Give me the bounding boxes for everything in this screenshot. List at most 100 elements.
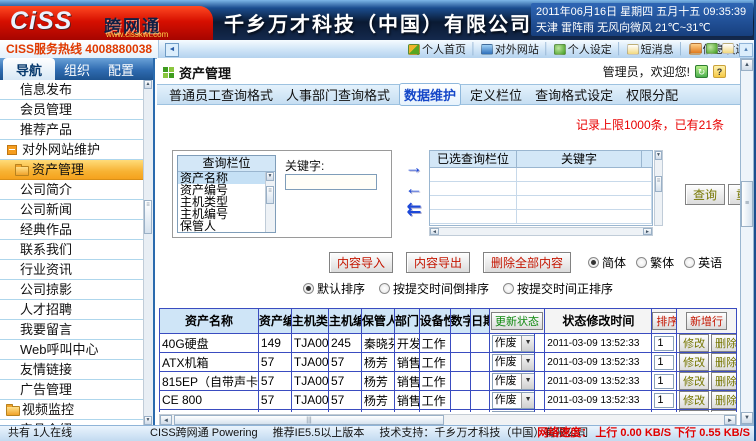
radio-icon[interactable] — [503, 283, 514, 294]
refresh-icon[interactable]: ↻ — [695, 65, 708, 78]
move-left-icon[interactable]: ← — [400, 178, 428, 199]
main-vscrollbar[interactable]: ▲ ≡ ▼ — [740, 58, 754, 425]
sidebar-item-company-news[interactable]: 公司新闻 — [0, 200, 144, 220]
tab-permission-assign[interactable]: 权限分配 — [622, 84, 682, 105]
query-fields-listbox[interactable]: 查询栏位 资产名称 资产编号 主机类型 主机编号 保管人 ▲ ≡ ▼ — [177, 155, 276, 233]
scroll-right-icon[interactable]: ► — [643, 228, 652, 235]
sidebar-item-company-photos[interactable]: 公司掠影 — [0, 280, 144, 300]
radio-icon[interactable] — [684, 257, 695, 268]
chevron-down-icon[interactable]: ▼ — [521, 355, 535, 370]
edit-button[interactable]: 修改 — [679, 391, 709, 409]
sidebar-item-leave-message[interactable]: 我要留言 — [0, 320, 144, 340]
scrollbar-thumb[interactable]: ≡ — [741, 181, 753, 227]
add-row-button[interactable]: 新增行 — [686, 312, 727, 330]
radio-icon[interactable] — [303, 283, 314, 294]
collapse-icon[interactable] — [7, 145, 17, 155]
toolbar-item-messages[interactable]: 短消息 — [624, 41, 677, 57]
status-select[interactable]: 作废▼ — [492, 392, 535, 409]
sidebar-item-external-site[interactable]: 对外网站维护 — [0, 140, 144, 160]
delete-button[interactable]: 删除 — [711, 391, 736, 409]
chevron-down-icon[interactable]: ▼ — [521, 412, 535, 413]
selected-row[interactable] — [430, 182, 652, 196]
selected-table-hscrollbar[interactable]: ◄ ► — [429, 227, 653, 236]
sidebar-item-member-mgmt[interactable]: 会员管理 — [0, 100, 144, 120]
radio-icon[interactable] — [379, 283, 390, 294]
radio-icon[interactable] — [588, 257, 599, 268]
status-select[interactable]: 作废▼ — [492, 354, 535, 371]
chevron-down-icon[interactable]: ▼ — [521, 393, 535, 408]
keyword-input[interactable] — [285, 174, 377, 190]
status-select[interactable]: 作废▼ — [492, 411, 535, 413]
reset-button[interactable]: 重置 — [728, 184, 740, 205]
sidebar-tab-org[interactable]: 组织 — [55, 58, 99, 80]
order-input[interactable]: 1 — [654, 336, 674, 351]
sidebar-item-recommend[interactable]: 推荐产品 — [0, 120, 144, 140]
search-button[interactable]: 查询 — [685, 184, 725, 205]
scrollbar-thumb[interactable]: ||| — [174, 415, 444, 425]
sidebar-tab-nav[interactable]: 导航 — [3, 58, 55, 80]
delete-button[interactable]: 删除 — [711, 372, 736, 390]
sidebar-item-contact-us[interactable]: 联系我们 — [0, 240, 144, 260]
edit-button[interactable]: 修改 — [679, 334, 709, 352]
delete-all-button[interactable]: 删除全部内容 — [483, 252, 571, 273]
edit-button[interactable]: 修改 — [679, 410, 709, 412]
scroll-right-icon[interactable]: ► — [724, 415, 736, 425]
tab-employee-query-format[interactable]: 普通员工查询格式 — [165, 84, 277, 105]
delete-button[interactable]: 删除 — [711, 353, 736, 371]
status-select[interactable]: 作废▼ — [492, 373, 535, 390]
order-input[interactable]: 1 — [654, 374, 674, 389]
chevron-down-icon[interactable]: ▼ — [521, 336, 535, 351]
scroll-left-icon[interactable]: ◄ — [430, 228, 439, 235]
sidebar-scrollbar[interactable]: ▲ ≡ ▼ — [143, 80, 153, 425]
toolbar-collapse-right-icon[interactable]: ▴ — [739, 43, 753, 57]
status-select[interactable]: 作废▼ — [492, 335, 535, 352]
toolbar-item-home[interactable]: 个人首页 — [405, 41, 469, 57]
export-button[interactable]: 内容导出 — [406, 252, 470, 273]
scrollbar-thumb[interactable]: ≡ — [266, 186, 274, 204]
update-status-button[interactable]: 更新状态 — [491, 312, 543, 330]
tab-data-maintenance[interactable]: 数据维护 — [399, 83, 461, 106]
order-input[interactable]: 1 — [654, 412, 674, 413]
import-button[interactable]: 内容导入 — [329, 252, 393, 273]
order-input[interactable]: 1 — [654, 355, 674, 370]
selected-row[interactable] — [430, 210, 652, 224]
listbox-scrollbar[interactable]: ▲ ≡ ▼ — [265, 172, 275, 232]
scroll-up-icon[interactable]: ▲ — [741, 59, 753, 71]
scroll-down-icon[interactable]: ▼ — [655, 151, 662, 160]
sidebar-item-video-monitor[interactable]: 视频监控 — [0, 400, 144, 420]
radio-simplified[interactable]: 简体 — [588, 254, 626, 271]
sidebar-item-classic-works[interactable]: 经典作品 — [0, 220, 144, 240]
order-input[interactable]: 1 — [654, 393, 674, 408]
edit-button[interactable]: 修改 — [679, 372, 709, 390]
help-icon[interactable]: ? — [713, 65, 726, 78]
sidebar-item-info-publish[interactable]: 信息发布 — [0, 80, 144, 100]
tab-define-fields[interactable]: 定义栏位 — [466, 84, 526, 105]
move-all-left-icon[interactable]: ⇇ — [400, 199, 428, 220]
move-right-icon[interactable]: → — [400, 157, 428, 178]
scroll-up-icon[interactable]: ▲ — [144, 80, 152, 89]
scrollbar-thumb[interactable]: ≡ — [655, 176, 662, 192]
user-icon[interactable] — [706, 43, 718, 54]
order-button[interactable]: 排序 — [652, 312, 676, 330]
edit-button[interactable]: 修改 — [679, 353, 709, 371]
scroll-left-icon[interactable]: ◄ — [160, 415, 172, 425]
selected-row[interactable] — [430, 168, 652, 182]
listbox-item[interactable]: 保管人 — [178, 220, 266, 232]
delete-button[interactable]: 删除 — [711, 410, 736, 412]
radio-english[interactable]: 英语 — [684, 254, 722, 271]
sidebar-item-asset-mgmt[interactable]: 资产管理 — [0, 160, 144, 180]
toolbar-item-settings[interactable]: 个人设定 — [551, 41, 615, 57]
sidebar-tab-config[interactable]: 配置 — [99, 58, 143, 80]
radio-traditional[interactable]: 繁体 — [636, 254, 674, 271]
selected-table-vscrollbar[interactable]: ▲ ≡ ▼ — [654, 150, 663, 226]
chevron-down-icon[interactable]: ▼ — [521, 374, 535, 389]
sidebar-item-ad-mgmt[interactable]: 广告管理 — [0, 380, 144, 400]
radio-asc-by-submit-time[interactable]: 按提交时间正排序 — [503, 280, 613, 297]
radio-desc-by-submit-time[interactable]: 按提交时间倒排序 — [379, 280, 489, 297]
sidebar-item-industry-news[interactable]: 行业资讯 — [0, 260, 144, 280]
radio-default-sort[interactable]: 默认排序 — [303, 280, 365, 297]
scrollbar-thumb[interactable]: ≡ — [144, 200, 152, 234]
scroll-down-icon[interactable]: ▼ — [266, 172, 274, 181]
tab-query-format-settings[interactable]: 查询格式设定 — [531, 84, 617, 105]
sidebar-item-company-intro[interactable]: 公司简介 — [0, 180, 144, 200]
